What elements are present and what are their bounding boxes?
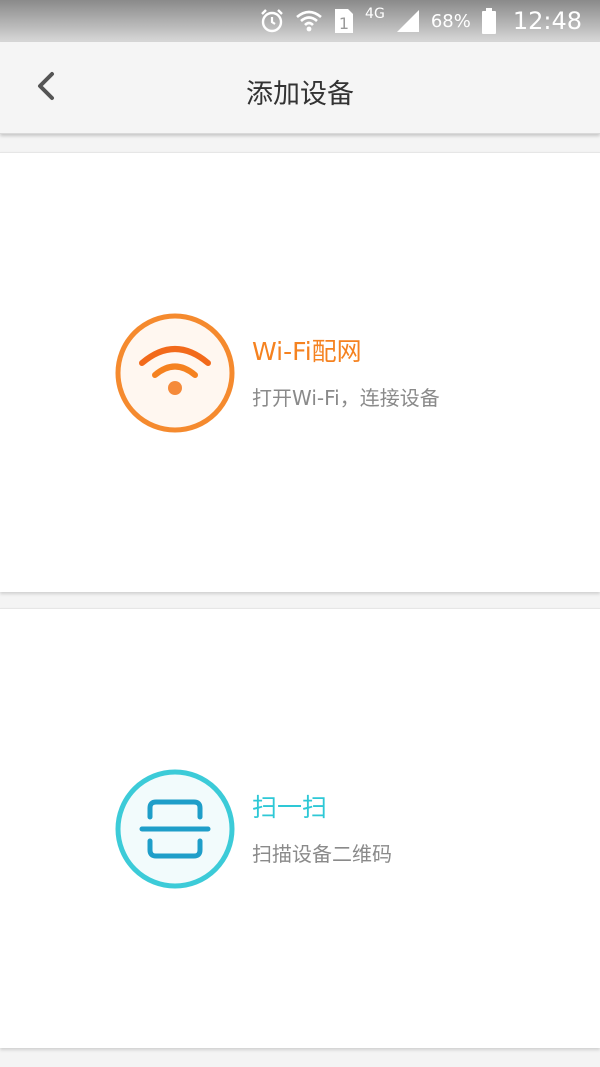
wifi-config-card[interactable]: Wi-Fi配网 打开Wi-Fi，连接设备 — [0, 152, 600, 592]
wifi-option-subtitle: 打开Wi-Fi，连接设备 — [252, 386, 440, 410]
battery-icon — [481, 7, 497, 35]
scan-card[interactable]: 扫一扫 扫描设备二维码 — [0, 608, 600, 1048]
scan-option-text: 扫一扫 扫描设备二维码 — [252, 791, 392, 867]
wifi-config-option[interactable]: Wi-Fi配网 打开Wi-Fi，连接设备 — [115, 313, 440, 433]
svg-text:1: 1 — [339, 14, 349, 33]
wifi-option-title: Wi-Fi配网 — [252, 337, 362, 366]
scan-icon — [115, 769, 235, 889]
scan-option-subtitle: 扫描设备二维码 — [252, 842, 392, 866]
status-icons: 1 4G 68% 12:48 — [259, 4, 582, 38]
status-bar: 1 4G 68% 12:48 — [0, 0, 600, 42]
alarm-icon — [259, 8, 285, 34]
page-title: 添加设备 — [246, 79, 354, 110]
network-type: 4G — [365, 6, 385, 22]
wifi-option-text: Wi-Fi配网 打开Wi-Fi，连接设备 — [252, 335, 440, 411]
wifi-signal-icon — [295, 8, 323, 34]
wifi-icon — [115, 313, 235, 433]
scan-option[interactable]: 扫一扫 扫描设备二维码 — [115, 769, 392, 889]
scan-option-title: 扫一扫 — [252, 793, 328, 822]
app-bar: 添加设备 — [0, 42, 600, 134]
sim-icon: 1 — [333, 7, 355, 35]
battery-percentage: 68% — [430, 10, 471, 32]
cell-signal-icon — [395, 8, 421, 34]
clock: 12:48 — [512, 7, 582, 35]
